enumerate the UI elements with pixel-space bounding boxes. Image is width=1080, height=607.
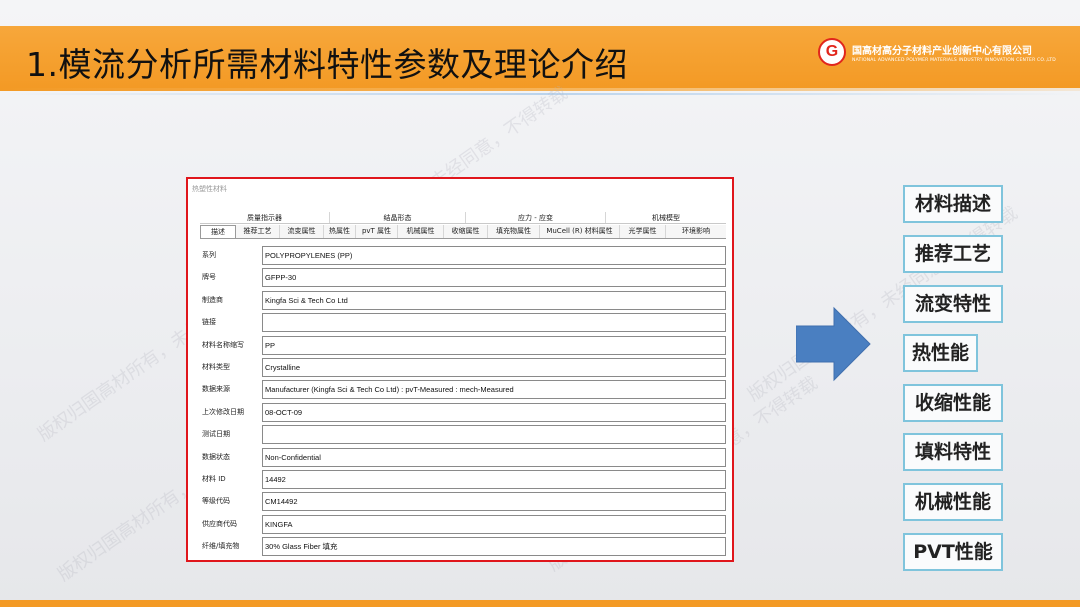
- material-id-field[interactable]: 14492: [262, 469, 726, 489]
- data-source-field[interactable]: Manufacturer (Kingfa Sci & Tech Co Ltd) …: [262, 380, 726, 400]
- field-row-abbreviation: 材料名称缩写 PP: [202, 335, 726, 357]
- tab-pvt[interactable]: pvT 属性: [356, 225, 398, 238]
- company-logo: G 国高材高分子材料产业创新中心有限公司 NATIONAL ADVANCED P…: [818, 38, 1056, 66]
- category-rheological[interactable]: 流变特性: [903, 285, 1003, 323]
- tab-shrinkage[interactable]: 收缩属性: [444, 225, 488, 238]
- link-field[interactable]: [262, 313, 726, 333]
- field-label: 链接: [202, 318, 216, 327]
- field-row-material-id: 材料 ID 14492: [202, 469, 726, 491]
- tab-thermal[interactable]: 热属性: [324, 225, 356, 238]
- field-row-family: 系列 POLYPROPYLENES (PP): [202, 245, 726, 267]
- category-thermal[interactable]: 热性能: [903, 334, 978, 372]
- group-quality-indicator[interactable]: 质量指示器: [200, 212, 330, 223]
- dialog-title: 热塑性材料: [192, 185, 227, 193]
- tab-description[interactable]: 描述: [200, 225, 236, 238]
- field-label: 制造商: [202, 295, 223, 304]
- property-group-row: 质量指示器 结晶形态 应力 - 应变 机械模型: [200, 212, 726, 224]
- category-material-description[interactable]: 材料描述: [903, 185, 1003, 223]
- manufacturer-field[interactable]: Kingfa Sci & Tech Co Ltd: [262, 290, 726, 310]
- logo-company-name-en: NATIONAL ADVANCED POLYMER MATERIALS INDU…: [852, 57, 1056, 63]
- tab-optical[interactable]: 光学属性: [620, 225, 666, 238]
- field-label: 牌号: [202, 273, 216, 282]
- material-type-field[interactable]: Crystalline: [262, 357, 726, 377]
- field-label: 材料 ID: [202, 474, 226, 483]
- field-label: 测试日期: [202, 430, 230, 439]
- grade-code-field[interactable]: CM14492: [262, 492, 726, 512]
- field-row-manufacturer: 制造商 Kingfa Sci & Tech Co Ltd: [202, 290, 726, 312]
- filler-field[interactable]: 30% Glass Fiber 填充: [262, 537, 726, 557]
- group-crystal-morphology[interactable]: 结晶形态: [330, 212, 466, 223]
- field-label: 数据状态: [202, 452, 230, 461]
- category-mechanical[interactable]: 机械性能: [903, 483, 1003, 521]
- field-label: 数据来源: [202, 385, 230, 394]
- field-label: 材料类型: [202, 362, 230, 371]
- field-row-data-status: 数据状态 Non-Confidential: [202, 447, 726, 469]
- description-fields: 系列 POLYPROPYLENES (PP) 牌号 GFPP-30 制造商 Ki…: [202, 245, 726, 558]
- field-label: 等级代码: [202, 497, 230, 506]
- tab-environmental[interactable]: 环境影响: [666, 225, 726, 238]
- tab-mucell[interactable]: MuCell (R) 材料属性: [540, 225, 620, 238]
- field-label: 纤维/填充物: [202, 542, 240, 551]
- group-stress-strain[interactable]: 应力 - 应变: [466, 212, 606, 223]
- group-mechanical-model[interactable]: 机械模型: [606, 212, 726, 223]
- field-label: 供应商代码: [202, 519, 237, 528]
- field-row-link: 链接: [202, 312, 726, 334]
- field-label: 系列: [202, 251, 216, 259]
- logo-company-name: 国高材高分子材料产业创新中心有限公司: [852, 45, 1032, 57]
- header-divider-accent: [0, 93, 1080, 95]
- tab-bar: 描述 推荐工艺 流变属性 热属性 pvT 属性 机械属性 收缩属性 填充物属性 …: [200, 225, 726, 239]
- test-date-field[interactable]: [262, 425, 726, 445]
- last-modified-field[interactable]: 08-OCT-09: [262, 402, 726, 422]
- supplier-code-field[interactable]: KINGFA: [262, 514, 726, 534]
- tab-filler[interactable]: 填充物属性: [488, 225, 540, 238]
- field-row-grade: 牌号 GFPP-30: [202, 267, 726, 289]
- tab-recommended-process[interactable]: 推荐工艺: [236, 225, 280, 238]
- abbreviation-field[interactable]: PP: [262, 335, 726, 355]
- category-shrinkage[interactable]: 收缩性能: [903, 384, 1003, 422]
- field-label: 上次修改日期: [202, 407, 244, 416]
- category-pvt[interactable]: PVT性能: [903, 533, 1003, 571]
- data-status-field[interactable]: Non-Confidential: [262, 447, 726, 467]
- field-row-data-source: 数据来源 Manufacturer (Kingfa Sci & Tech Co …: [202, 379, 726, 401]
- family-field[interactable]: POLYPROPYLENES (PP): [262, 246, 726, 265]
- grade-field[interactable]: GFPP-30: [262, 268, 726, 288]
- right-arrow-icon: [796, 306, 871, 382]
- material-properties-dialog: 热塑性材料 质量指示器 结晶形态 应力 - 应变 机械模型 描述 推荐工艺 流变…: [186, 177, 734, 562]
- field-row-last-modified: 上次修改日期 08-OCT-09: [202, 402, 726, 424]
- field-row-supplier-code: 供应商代码 KINGFA: [202, 514, 726, 536]
- field-row-material-type: 材料类型 Crystalline: [202, 357, 726, 379]
- tab-mechanical[interactable]: 机械属性: [398, 225, 444, 238]
- field-row-grade-code: 等级代码 CM14492: [202, 491, 726, 513]
- slide-title: 1.模流分析所需材料特性参数及理论介绍: [26, 45, 628, 84]
- logo-badge-icon: G: [818, 38, 846, 66]
- field-row-test-date: 测试日期: [202, 424, 726, 446]
- category-recommended-process[interactable]: 推荐工艺: [903, 235, 1003, 273]
- field-row-filler: 纤维/填充物 30% Glass Fiber 填充: [202, 536, 726, 558]
- field-label: 材料名称缩写: [202, 340, 244, 349]
- footer-band: [0, 600, 1080, 607]
- tab-rheological[interactable]: 流变属性: [280, 225, 324, 238]
- category-filler[interactable]: 填料特性: [903, 433, 1003, 471]
- header-divider: [0, 88, 1080, 91]
